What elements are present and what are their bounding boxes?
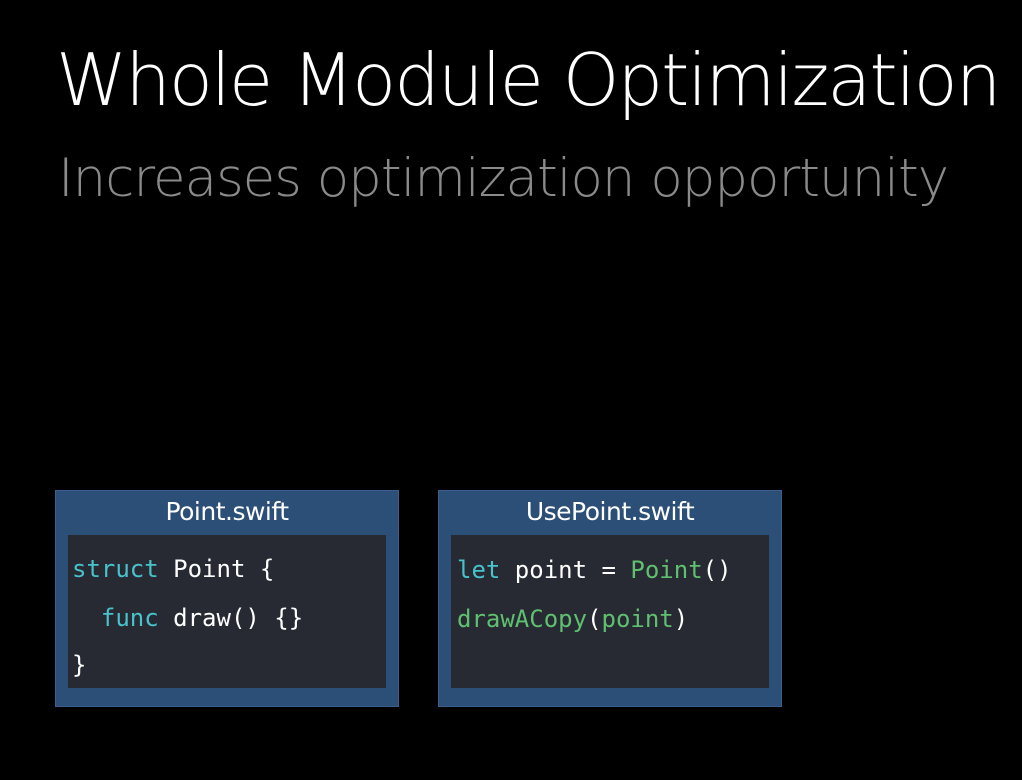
code-line-close-brace: } xyxy=(72,653,86,677)
code-text: } xyxy=(72,651,87,679)
slide-subtitle: Increases optimization opportunity xyxy=(58,148,949,209)
code-line-let: let point = Point() xyxy=(457,558,732,582)
code-text: point = xyxy=(500,556,631,584)
point-swift-file-name: Point.swift xyxy=(165,497,289,526)
code-line-drawacopy: drawACopy(point) xyxy=(457,607,688,631)
code-text: () xyxy=(702,556,732,584)
slide-title: Whole Module Optimization xyxy=(56,38,1001,122)
function-call-point: Point xyxy=(630,556,703,584)
code-line-struct: struct Point { xyxy=(72,557,274,581)
code-line-func: func draw() {} xyxy=(72,606,303,630)
code-text: ( xyxy=(587,605,602,633)
keyword-struct: struct xyxy=(72,555,159,583)
code-text: Point { xyxy=(158,555,275,583)
code-text: ) xyxy=(673,605,689,633)
keyword-func: func xyxy=(100,604,159,632)
usepoint-swift-file-name: UsePoint.swift xyxy=(525,497,695,526)
point-swift-code-block: struct Point { func draw() {} } xyxy=(68,535,386,688)
usepoint-swift-code-block: let point = Point() drawACopy(point) xyxy=(451,535,769,688)
keyword-let: let xyxy=(457,556,501,584)
function-call-drawacopy: drawACopy xyxy=(457,605,588,633)
usepoint-swift-file-card: UsePoint.swift let point = Point() drawA… xyxy=(438,490,782,707)
point-swift-file-card: Point.swift struct Point { func draw() {… xyxy=(55,490,399,707)
code-text: draw() {} xyxy=(158,604,304,632)
argument-point: point xyxy=(601,605,674,633)
